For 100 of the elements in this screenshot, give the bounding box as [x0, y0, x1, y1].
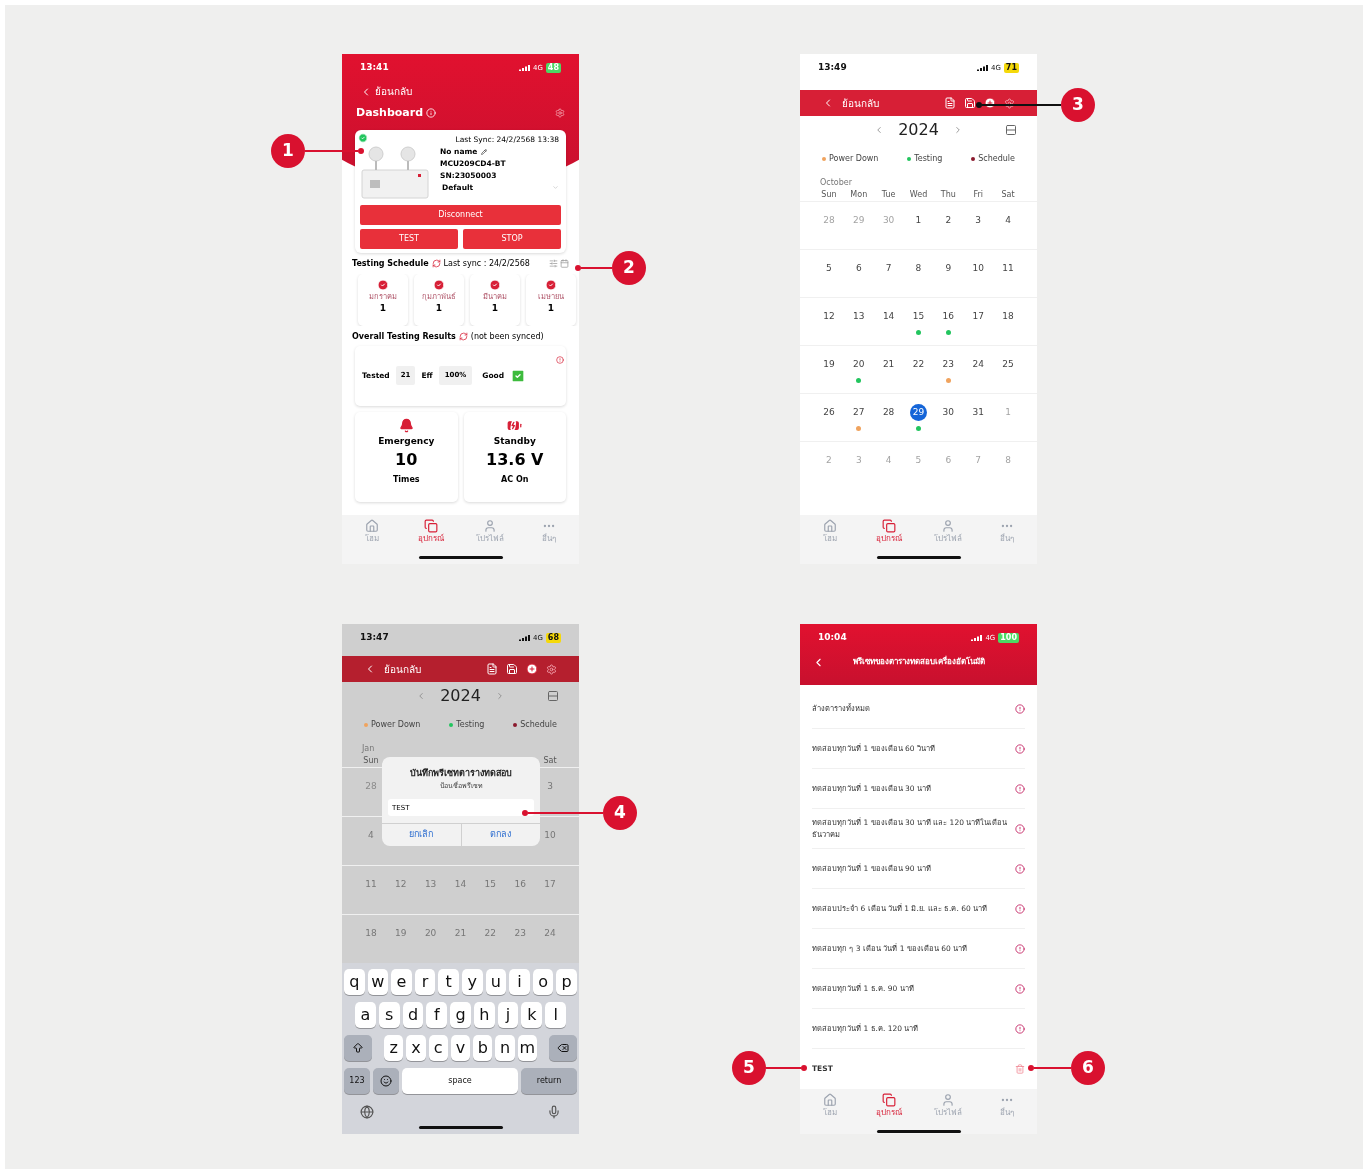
keyboard-key[interactable]: h [473, 1002, 495, 1028]
info-icon[interactable] [1015, 703, 1025, 714]
ok-button[interactable]: ตกลง [461, 824, 540, 846]
delete-icon[interactable] [1015, 1064, 1025, 1074]
calendar-day[interactable]: 8 [910, 260, 927, 277]
return-key[interactable]: return [521, 1068, 577, 1094]
info-icon[interactable] [1015, 863, 1025, 874]
calendar-day[interactable]: 17 [969, 308, 987, 325]
info-icon[interactable] [1015, 943, 1025, 954]
keyboard-key[interactable]: w [367, 969, 389, 995]
calendar-day[interactable]: 19 [820, 356, 838, 373]
sync-icon[interactable] [458, 332, 468, 341]
view-toggle-icon[interactable] [1005, 124, 1017, 136]
shift-key[interactable] [344, 1035, 372, 1061]
keyboard-key[interactable]: e [391, 969, 412, 995]
list-view-icon[interactable] [549, 259, 558, 268]
tab-bar-item[interactable]: อุปกรณ์ [405, 519, 456, 544]
keyboard-key[interactable]: t [438, 969, 459, 995]
keyboard-key[interactable]: i [509, 969, 530, 995]
tab-bar-item[interactable]: อุปกรณ์ [863, 519, 914, 544]
calendar-day[interactable]: 5 [820, 260, 838, 277]
delete-key[interactable] [548, 1035, 577, 1061]
keyboard-key[interactable]: q [344, 969, 365, 995]
back-button[interactable]: ย้อนกลับ [364, 661, 421, 677]
sync-icon[interactable] [431, 259, 441, 268]
info-icon[interactable] [1015, 783, 1025, 794]
keyboard-key[interactable]: z [384, 1035, 404, 1061]
keyboard-key[interactable]: j [497, 1002, 519, 1028]
back-button[interactable]: ย้อนกลับ [822, 95, 879, 111]
disconnect-button[interactable]: Disconnect [360, 204, 561, 225]
keyboard-key[interactable]: c [428, 1035, 448, 1061]
calendar-day[interactable]: 23 [939, 356, 957, 373]
globe-icon[interactable] [360, 1105, 374, 1119]
info-icon[interactable] [1015, 743, 1025, 754]
calendar-day[interactable]: 18 [999, 308, 1017, 325]
alert-icon[interactable] [556, 355, 564, 364]
calendar-day[interactable]: 11 [999, 260, 1017, 277]
keyboard-key[interactable]: f [426, 1002, 448, 1028]
calendar-day[interactable]: 16 [939, 308, 957, 325]
calendar-day[interactable]: 10 [969, 260, 987, 277]
keyboard-key[interactable]: v [450, 1035, 471, 1061]
keyboard-key[interactable]: y [461, 969, 483, 995]
keyboard-key[interactable]: n [495, 1035, 515, 1061]
calendar-day[interactable]: 27 [850, 404, 868, 421]
test-button[interactable]: TEST [360, 228, 458, 249]
keyboard-key[interactable]: m [517, 1035, 537, 1061]
stop-button[interactable]: STOP [463, 228, 561, 249]
calendar-day[interactable]: 13 [850, 308, 868, 325]
calendar-icon[interactable] [560, 259, 569, 268]
save-icon[interactable] [964, 97, 976, 109]
info-icon[interactable] [1015, 823, 1025, 834]
calendar-day[interactable]: 28 [880, 404, 898, 421]
info-icon[interactable] [1015, 1023, 1025, 1034]
keyboard-key[interactable]: p [556, 969, 577, 995]
calendar-day[interactable]: 15 [910, 308, 927, 325]
emoji-key[interactable] [373, 1068, 399, 1094]
calendar-day[interactable]: 1 [910, 212, 927, 229]
keyboard-key[interactable]: u [485, 969, 507, 995]
back-button[interactable]: ย้อนกลับ [360, 84, 412, 99]
save-icon[interactable] [506, 663, 518, 675]
keyboard-key[interactable]: g [450, 1002, 471, 1028]
info-icon[interactable] [1015, 903, 1025, 914]
calendar-day[interactable]: 12 [820, 308, 838, 325]
calendar-day[interactable]: 21 [880, 356, 898, 373]
keyboard-key[interactable]: a [355, 1002, 376, 1028]
keyboard-key[interactable]: d [402, 1002, 424, 1028]
calendar-day[interactable]: 29 [910, 404, 927, 421]
tab-bar-item[interactable]: อุปกรณ์ [863, 1093, 914, 1118]
calendar-day[interactable]: 3 [969, 212, 987, 229]
keyboard-key[interactable]: x [406, 1035, 426, 1061]
calendar-day[interactable]: 9 [939, 260, 957, 277]
keyboard-key[interactable]: l [545, 1002, 567, 1028]
view-toggle-icon[interactable] [547, 690, 559, 702]
microphone-icon[interactable] [547, 1105, 561, 1119]
calendar-day[interactable]: 25 [999, 356, 1017, 373]
settings-icon[interactable] [1004, 97, 1015, 109]
calendar-day[interactable]: 26 [820, 404, 838, 421]
keyboard-key[interactable]: b [473, 1035, 493, 1061]
calendar-day[interactable]: 22 [910, 356, 927, 373]
calendar-day[interactable]: 31 [969, 404, 987, 421]
calendar-day[interactable]: 24 [969, 356, 987, 373]
keyboard-key[interactable]: o [532, 969, 554, 995]
numbers-key[interactable]: 123 [344, 1068, 370, 1094]
keyboard-key[interactable]: r [414, 969, 436, 995]
keyboard-key[interactable]: k [521, 1002, 543, 1028]
calendar-day[interactable]: 4 [999, 212, 1017, 229]
document-icon[interactable] [486, 663, 498, 675]
calendar-day[interactable]: 2 [939, 212, 957, 229]
calendar-day[interactable]: 6 [850, 260, 868, 277]
calendar-day[interactable]: 30 [939, 404, 957, 421]
calendar-day[interactable]: 14 [880, 308, 898, 325]
info-icon[interactable] [1015, 983, 1025, 994]
cancel-button[interactable]: ยกเลิก [382, 824, 462, 846]
space-key[interactable]: space [402, 1068, 518, 1094]
calendar-day[interactable]: 7 [880, 260, 898, 277]
calendar-day[interactable]: 20 [850, 356, 868, 373]
add-icon[interactable] [526, 663, 538, 675]
document-icon[interactable] [944, 97, 956, 109]
edit-icon[interactable] [481, 148, 488, 155]
keyboard-key[interactable]: s [378, 1002, 400, 1028]
